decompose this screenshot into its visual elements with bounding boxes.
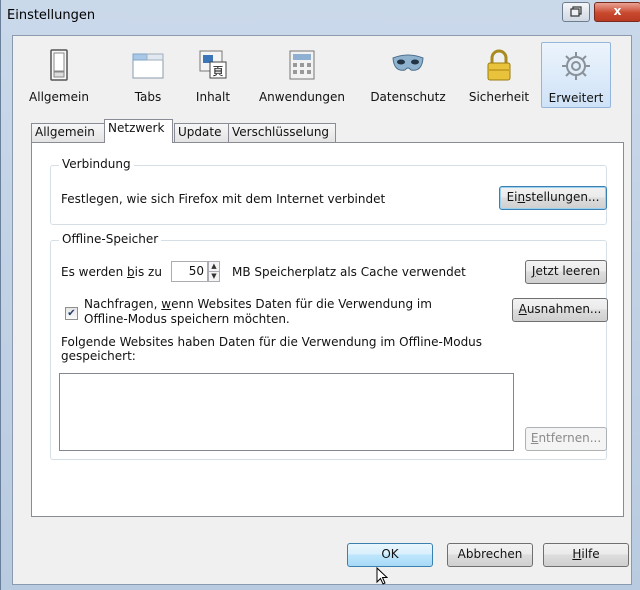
access-key: A: [518, 302, 527, 316]
chevron-up-icon[interactable]: ▲: [209, 262, 219, 272]
close-button[interactable]: x: [594, 2, 640, 22]
button-label: Ei: [506, 190, 518, 204]
pane-label: Tabs: [134, 90, 162, 104]
tab-label: Netzwerk: [108, 121, 165, 135]
verbindung-caption: Verbindung: [59, 157, 134, 171]
offline-caption: Offline-Speicher: [59, 232, 162, 246]
tab-netzwerk[interactable]: Netzwerk: [104, 119, 173, 143]
ask-offline-checkbox[interactable]: ✔: [65, 307, 78, 320]
button-label: ilfe: [581, 547, 600, 561]
access-key: n: [517, 190, 526, 204]
tab-verschluesselung[interactable]: Verschlüsselung: [228, 123, 336, 142]
pane-datenschutz[interactable]: Datenschutz: [368, 42, 448, 108]
pane-sicherheit[interactable]: Sicherheit: [465, 42, 533, 108]
mouse-pointer-icon: [376, 567, 388, 585]
switch-icon: [50, 49, 68, 81]
pane-label: Datenschutz: [370, 90, 446, 104]
pane-anwendungen[interactable]: Anwendungen: [256, 42, 348, 108]
applications-icon: [289, 50, 315, 80]
restore-icon: [570, 6, 582, 17]
pane-allgemein[interactable]: Allgemein: [23, 42, 95, 108]
pane-label: Sicherheit: [468, 90, 530, 104]
connection-settings-button[interactable]: Einstellungen...: [499, 186, 607, 210]
pane-label: Inhalt: [195, 90, 231, 104]
pane-erweitert[interactable]: Erweitert: [541, 42, 611, 108]
tab-label: Verschlüsselung: [232, 125, 330, 139]
pane-inhalt[interactable]: 頁 Inhalt: [188, 42, 238, 108]
label-text: Nachfragen,: [84, 297, 162, 311]
button-label: usnahmen...: [526, 302, 602, 316]
ask-offline-label-line2: Offline-Modus speichern möchten.: [84, 312, 290, 326]
cancel-button[interactable]: Abbrechen: [447, 543, 533, 567]
settings-window: Einstellungen x Allgemein Tabs 頁 Inhalt …: [0, 0, 640, 590]
help-button[interactable]: Hilfe: [543, 543, 629, 567]
tab-label: Allgemein: [35, 125, 95, 139]
button-label: etzt leeren: [535, 264, 601, 278]
access-key: b: [127, 265, 135, 279]
dialog-content: Allgemein Tabs 頁 Inhalt Anwendungen Date…: [12, 35, 632, 585]
pane-label: Allgemein: [29, 90, 89, 104]
restore-button[interactable]: [562, 2, 590, 22]
lock-icon: [487, 49, 511, 81]
offline-sites-list[interactable]: [59, 373, 514, 451]
gear-icon: [562, 52, 590, 80]
offline-group: Offline-Speicher Es werden bis zu 50 ▲ ▼…: [50, 232, 608, 460]
cache-limit-label: Es werden bis zu: [61, 265, 162, 279]
clear-now-button[interactable]: Jetzt leeren: [525, 260, 607, 284]
verbindung-group: Verbindung Festlegen, wie sich Firefox m…: [50, 157, 607, 225]
verbindung-text: Festlegen, wie sich Firefox mit dem Inte…: [61, 192, 386, 206]
pane-toolbar: Allgemein Tabs 頁 Inhalt Anwendungen Date…: [13, 36, 631, 112]
button-label: stellungen...: [525, 190, 600, 204]
tab-update[interactable]: Update: [174, 123, 229, 142]
remove-button[interactable]: Entfernen...: [525, 427, 607, 451]
label-text: is zu: [134, 265, 162, 279]
svg-text:頁: 頁: [213, 65, 224, 78]
check-icon: ✔: [67, 308, 76, 319]
cache-size-input[interactable]: 50: [171, 261, 208, 282]
offline-sites-label-line1: Folgende Websites haben Daten für die Ve…: [61, 335, 483, 349]
ok-button[interactable]: OK: [347, 543, 433, 567]
netzwerk-panel: Verbindung Festlegen, wie sich Firefox m…: [31, 142, 624, 517]
label-text: enn Websites Daten für die Verwendung im: [171, 297, 432, 311]
label-text: Es werden: [61, 265, 127, 279]
content-icon: 頁: [199, 50, 227, 79]
mask-icon: [392, 54, 424, 71]
tabs-icon: [132, 53, 164, 79]
window-title: Einstellungen: [7, 8, 96, 23]
button-label: ntfernen...: [538, 431, 602, 445]
pane-tabs[interactable]: Tabs: [125, 42, 171, 108]
exceptions-button[interactable]: Ausnahmen...: [512, 298, 608, 322]
offline-sites-label-line2: gespeichert:: [61, 349, 136, 363]
pane-label: Erweitert: [548, 91, 604, 105]
access-key: w: [161, 297, 172, 311]
cache-unit-label: MB Speicherplatz als Cache verwendet: [232, 265, 466, 279]
chevron-down-icon[interactable]: ▼: [209, 272, 219, 281]
close-icon: x: [613, 4, 622, 18]
pane-label: Anwendungen: [258, 90, 346, 104]
cache-size-spinner[interactable]: ▲ ▼: [208, 261, 220, 282]
ask-offline-label-line1: Nachfragen, wenn Websites Daten für die …: [84, 297, 432, 311]
title-bar[interactable]: Einstellungen x: [1, 0, 640, 34]
tab-allgemein[interactable]: Allgemein: [31, 123, 105, 142]
tab-label: Update: [178, 125, 222, 139]
